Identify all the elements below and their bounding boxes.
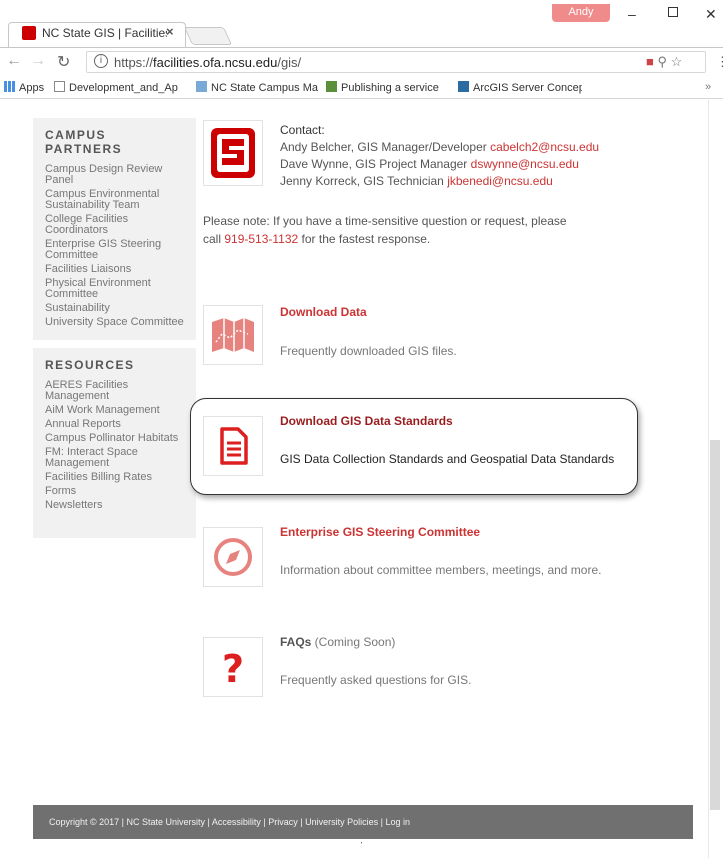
- sidebar-link[interactable]: University Space Committee: [45, 317, 184, 328]
- campus-partners-panel: CAMPUS PARTNERS Campus Design Review Pan…: [33, 118, 196, 340]
- url-text[interactable]: https://facilities.ofa.ncsu.edu/gis/: [114, 55, 301, 70]
- download-standards-link[interactable]: Download GIS Data Standards: [280, 414, 453, 428]
- info-icon[interactable]: i: [94, 54, 108, 68]
- email-link[interactable]: cabelch2@ncsu.edu: [490, 140, 599, 154]
- contact-label: Contact:: [280, 123, 325, 137]
- back-icon[interactable]: ←: [6, 52, 22, 70]
- sidebar-link[interactable]: Facilities Liaisons: [45, 264, 184, 275]
- contact-block: Contact: Andy Belcher, GIS Manager/Devel…: [280, 122, 599, 190]
- question-icon[interactable]: ?: [203, 637, 263, 697]
- arcgis-bookmark-icon: [326, 81, 337, 92]
- note-text: Please note: If you have a time-sensitiv…: [203, 214, 567, 228]
- page-footer: Copyright © 2017 | NC State University |…: [33, 805, 693, 839]
- faqs-heading: FAQs (Coming Soon): [280, 635, 395, 649]
- resources-heading: RESOURCES: [45, 358, 135, 372]
- sidebar-link[interactable]: Physical Environment Committee: [45, 278, 184, 300]
- forward-icon[interactable]: →: [30, 52, 46, 70]
- reload-icon[interactable]: ↻: [57, 52, 70, 72]
- faqs-coming-soon: (Coming Soon): [311, 635, 396, 649]
- university-policies-link[interactable]: University Policies: [305, 817, 378, 827]
- zoom-icon[interactable]: ⚲: [657, 54, 667, 69]
- compass-icon[interactable]: [203, 527, 263, 587]
- sidebar-link[interactable]: Campus Design Review Panel: [45, 164, 184, 186]
- sidebar-link[interactable]: AiM Work Management: [45, 405, 184, 416]
- sidebar-link[interactable]: Annual Reports: [45, 419, 184, 430]
- download-data-link[interactable]: Download Data: [280, 305, 367, 319]
- scrollbar-thumb[interactable]: [710, 440, 720, 810]
- bookmarks-overflow-icon[interactable]: »: [705, 81, 711, 93]
- sidebar-link[interactable]: Newsletters: [45, 500, 184, 511]
- menu-icon[interactable]: ⋮: [716, 54, 723, 70]
- maximize-icon[interactable]: [668, 7, 678, 17]
- omnibox-icons[interactable]: ■ ⚲ ☆: [646, 54, 682, 70]
- campus-partners-heading: CAMPUS PARTNERS: [45, 128, 123, 156]
- card-description: Information about committee members, mee…: [280, 563, 602, 577]
- text-cursor-icon: ‧: [360, 838, 363, 848]
- bookmark-star-icon[interactable]: ☆: [671, 54, 683, 69]
- time-sensitive-note: Please note: If you have a time-sensitiv…: [203, 212, 603, 248]
- extension-icon[interactable]: ■: [646, 54, 654, 69]
- apps-grid-icon: [4, 81, 15, 92]
- page-icon: [54, 81, 65, 92]
- sidebar-link[interactable]: Sustainability: [45, 303, 184, 314]
- note-text: for the fastest response.: [298, 232, 431, 246]
- contact-person: Dave Wynne, GIS Project Manager dswynne@…: [280, 156, 599, 173]
- phone-link[interactable]: 919-513-1132: [224, 232, 298, 246]
- note-text: call: [203, 232, 225, 246]
- sidebar-link[interactable]: Forms: [45, 486, 184, 497]
- privacy-link[interactable]: Privacy: [268, 817, 298, 827]
- email-link[interactable]: dswynne@ncsu.edu: [471, 157, 579, 171]
- arcgis-server-icon: [458, 81, 469, 92]
- contact-person: Jenny Korreck, GIS Technician jkbenedi@n…: [280, 173, 599, 190]
- contact-person: Andy Belcher, GIS Manager/Developer cabe…: [280, 139, 599, 156]
- bookmark-publishing[interactable]: Publishing a service: [326, 81, 454, 94]
- login-link[interactable]: Log in: [385, 817, 410, 827]
- contact-desc: Dave Wynne, GIS Project Manager: [280, 157, 471, 171]
- card-description: Frequently asked questions for GIS.: [280, 673, 472, 687]
- sidebar-link[interactable]: Campus Pollinator Habitats: [45, 433, 184, 444]
- sidebar-link[interactable]: Campus Environmental Sustainability Team: [45, 189, 184, 211]
- ncstate-logo: [203, 120, 263, 186]
- tab-close-icon[interactable]: ×: [166, 24, 174, 39]
- card-description: GIS Data Collection Standards and Geospa…: [280, 452, 615, 466]
- map-icon[interactable]: [203, 305, 263, 365]
- bookmark-campus-map[interactable]: NC State Campus Ma: [196, 81, 320, 94]
- resources-panel: RESOURCES AERES Facilities Management Ai…: [33, 348, 196, 538]
- sidebar-link[interactable]: AERES Facilities Management: [45, 380, 184, 402]
- card-description: Frequently downloaded GIS files.: [280, 344, 457, 358]
- contact-desc: Jenny Korreck, GIS Technician: [280, 174, 448, 188]
- steering-committee-link[interactable]: Enterprise GIS Steering Committee: [280, 525, 480, 539]
- sidebar-link[interactable]: Enterprise GIS Steering Committee: [45, 239, 184, 261]
- faqs-title: FAQs: [280, 635, 312, 649]
- minimize-icon[interactable]: –: [628, 6, 636, 22]
- new-tab-button[interactable]: [183, 27, 233, 45]
- sidebar-link[interactable]: FM: Interact Space Management: [45, 447, 184, 469]
- map-bookmark-icon: [196, 81, 207, 92]
- profile-button[interactable]: Andy: [552, 4, 610, 22]
- tab-title[interactable]: NC State GIS | Facilities D: [42, 26, 167, 40]
- accessibility-link[interactable]: Accessibility: [212, 817, 261, 827]
- ncstate-favicon-icon: [22, 26, 36, 40]
- sidebar-link[interactable]: College Facilities Coordinators: [45, 214, 184, 236]
- svg-text:?: ?: [222, 647, 244, 691]
- bookmark-arcgis-server[interactable]: ArcGIS Server Concep: [458, 81, 582, 94]
- sidebar-link[interactable]: Facilities Billing Rates: [45, 472, 184, 483]
- email-link[interactable]: jkbenedi@ncsu.edu: [447, 174, 553, 188]
- window-close-icon[interactable]: ✕: [705, 6, 717, 23]
- document-icon[interactable]: [203, 416, 263, 476]
- bookmark-apps[interactable]: Apps: [4, 81, 44, 94]
- contact-desc: Andy Belcher, GIS Manager/Developer: [280, 140, 491, 154]
- copyright-text: Copyright © 2017 | NC State University |: [49, 817, 212, 827]
- bookmark-development[interactable]: Development_and_Ap: [54, 81, 184, 94]
